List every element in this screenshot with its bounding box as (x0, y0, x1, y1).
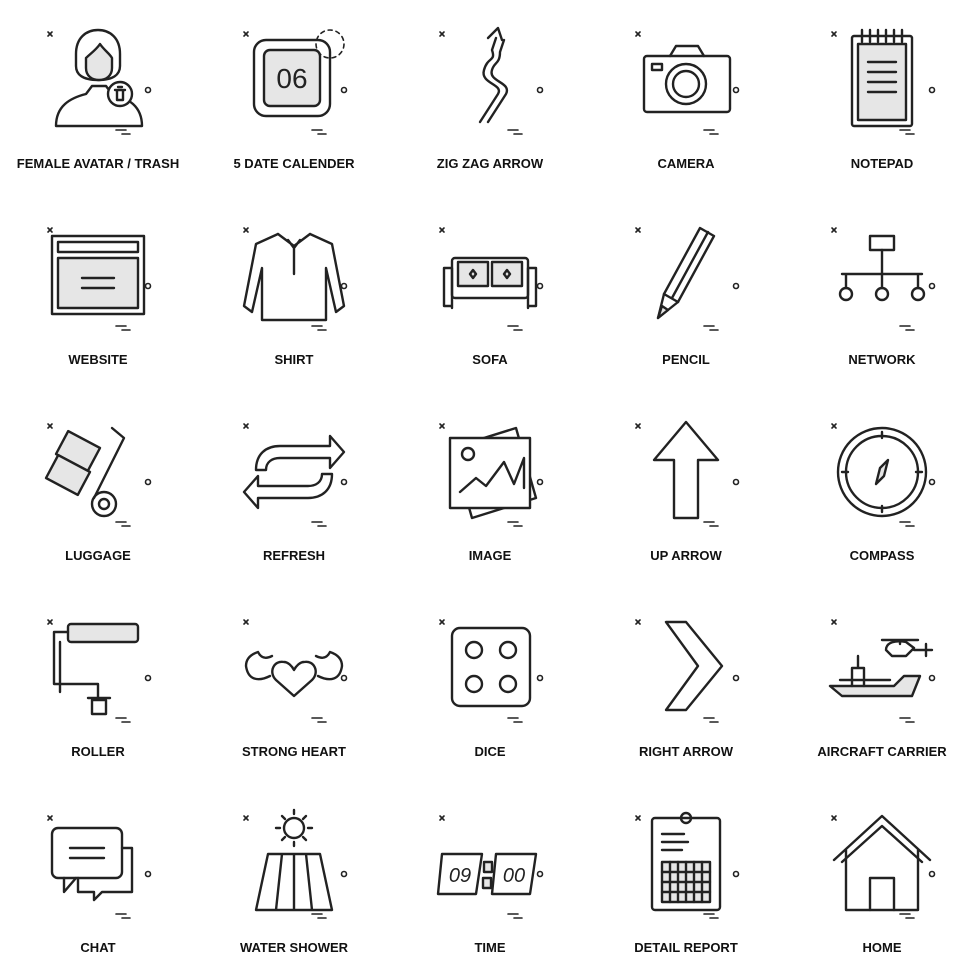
time-minutes-text: 00 (503, 865, 525, 887)
icon-grid: FEMALE AVATAR / TRASH 06 5 DATE CALENDER ZI… (0, 0, 980, 980)
icon-label: COMPASS (849, 548, 915, 563)
time-hours-text: 09 (449, 865, 471, 887)
icon-cell-detail-report: DETAIL REPORT (588, 784, 784, 980)
compass-icon (831, 423, 936, 527)
icon-label: SOFA (472, 352, 508, 367)
strong-heart-icon (243, 619, 348, 723)
up-arrow-icon (635, 420, 740, 527)
icon-label: UP ARROW (650, 548, 722, 563)
icon-cell-network: NETWORK (784, 196, 980, 392)
icon-cell-dice: DICE (392, 588, 588, 784)
icon-label: SHIRT (274, 352, 314, 367)
icon-label: DICE (474, 744, 506, 759)
camera-icon (635, 31, 740, 135)
icon-cell-female-avatar-trash: FEMALE AVATAR / TRASH (0, 0, 196, 196)
image-icon (439, 423, 544, 527)
icon-label: DETAIL REPORT (634, 940, 738, 955)
sofa-icon (439, 227, 544, 331)
icon-cell-website: WEBSITE (0, 196, 196, 392)
icon-label: WEBSITE (68, 352, 128, 367)
icon-cell-refresh: REFRESH (196, 392, 392, 588)
icon-cell-luggage: LUGGAGE (0, 392, 196, 588)
icon-label: ZIG ZAG ARROW (436, 156, 544, 171)
icon-cell-water-shower: WATER SHOWER (196, 784, 392, 980)
icon-label: NETWORK (848, 352, 916, 367)
zigzag-arrow-icon (439, 26, 544, 135)
icon-label: CAMERA (657, 156, 715, 171)
icon-label: NOTEPAD (850, 156, 914, 171)
shirt-icon (242, 227, 348, 331)
icon-cell-up-arrow: UP ARROW (588, 392, 784, 588)
refresh-icon (242, 423, 348, 527)
luggage-icon (44, 423, 152, 527)
icon-label: 5 DATE CALENDER (233, 156, 355, 171)
roller-icon (47, 619, 152, 723)
notepad-icon (831, 28, 936, 135)
pencil-icon (635, 226, 740, 331)
icon-label: PENCIL (662, 352, 710, 367)
icon-label: CHAT (80, 940, 116, 955)
icon-cell-strong-heart: STRONG HEART (196, 588, 392, 784)
chat-icon (47, 815, 152, 919)
icon-cell-time: 09 00 TIME (392, 784, 588, 980)
icon-cell-aircraft-carrier: AIRCRAFT CARRIER (784, 588, 980, 784)
icon-label: REFRESH (262, 548, 326, 563)
icon-cell-sofa: SOFA (392, 196, 588, 392)
icon-label: LUGGAGE (65, 548, 131, 563)
icon-cell-pencil: PENCIL (588, 196, 784, 392)
calendar-icon: 06 (243, 29, 348, 135)
home-icon (831, 814, 936, 919)
icon-label: RIGHT ARROW (638, 744, 734, 759)
detail-report-icon (635, 811, 740, 919)
icon-label: HOME (862, 940, 902, 955)
calendar-date-text: 06 (276, 63, 307, 94)
network-icon (831, 227, 936, 331)
icon-cell-shirt: SHIRT (196, 196, 392, 392)
icon-label: FEMALE AVATAR / TRASH (16, 156, 180, 171)
website-icon (47, 227, 152, 331)
icon-cell-camera: CAMERA (588, 0, 784, 196)
icon-label: AIRCRAFT CARRIER (817, 744, 947, 759)
icon-label: ROLLER (71, 744, 125, 759)
icon-cell-image: IMAGE (392, 392, 588, 588)
aircraft-carrier-icon (828, 619, 936, 723)
time-icon: 09 00 (436, 815, 544, 919)
icon-cell-compass: COMPASS (784, 392, 980, 588)
icon-cell-home: HOME (784, 784, 980, 980)
icon-label: IMAGE (468, 548, 512, 563)
water-shower-icon (243, 808, 348, 919)
icon-label: STRONG HEART (242, 744, 346, 759)
icon-cell-roller: ROLLER (0, 588, 196, 784)
female-avatar-trash-icon (47, 28, 152, 135)
dice-icon (439, 619, 544, 723)
icon-cell-zigzag-arrow: ZIG ZAG ARROW (392, 0, 588, 196)
icon-cell-notepad: NOTEPAD (784, 0, 980, 196)
right-arrow-icon (635, 619, 740, 723)
icon-label: WATER SHOWER (239, 940, 349, 955)
icon-label: TIME (474, 940, 506, 955)
icon-cell-chat: CHAT (0, 784, 196, 980)
icon-cell-calendar: 06 5 DATE CALENDER (196, 0, 392, 196)
icon-cell-right-arrow: RIGHT ARROW (588, 588, 784, 784)
